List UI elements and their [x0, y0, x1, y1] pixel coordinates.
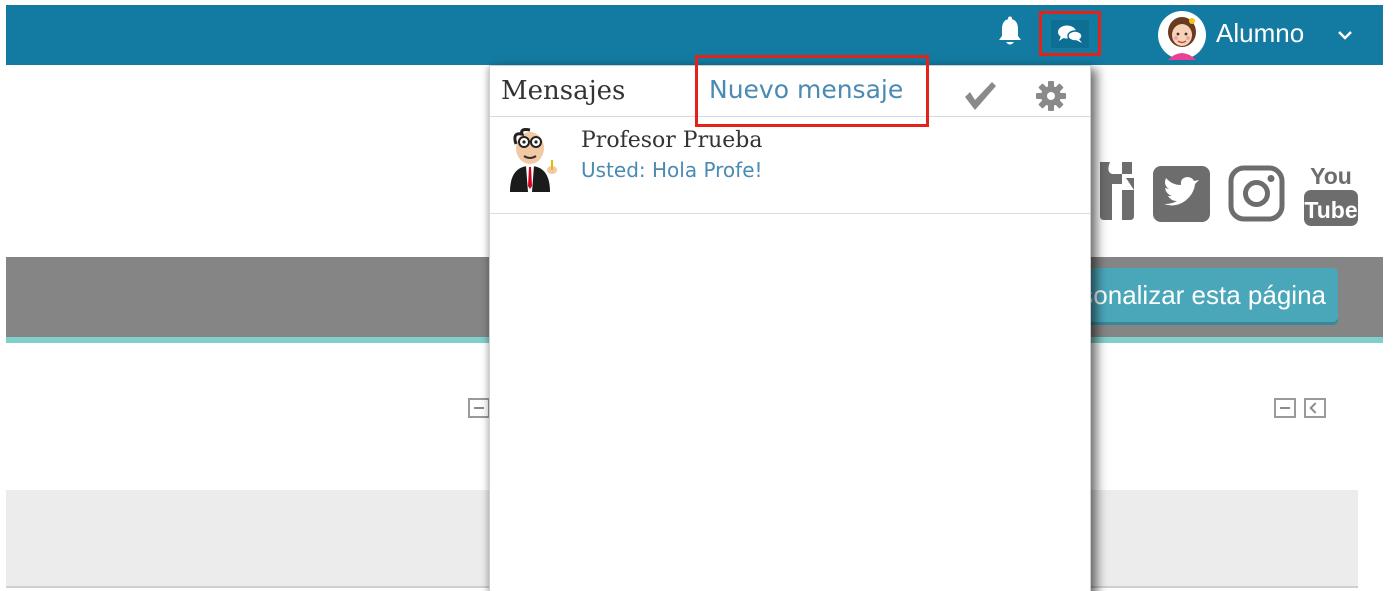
- messages-title: Mensajes: [501, 76, 626, 106]
- customize-page-button[interactable]: Personalizar esta página: [1058, 268, 1338, 322]
- minimize-block-button[interactable]: [468, 398, 490, 418]
- twitter-icon[interactable]: [1153, 166, 1210, 226]
- facebook-icon[interactable]: [1100, 162, 1136, 226]
- messages-header: Mensajes Nuevo mensaje: [490, 55, 1090, 127]
- youtube-text-top: You: [1310, 163, 1352, 189]
- youtube-text-bottom: Tube: [1304, 197, 1357, 223]
- customize-page-label: Personalizar esta página: [1058, 280, 1326, 310]
- minimize-block-button[interactable]: [1274, 398, 1296, 418]
- user-menu[interactable]: Alumno: [1156, 10, 1366, 60]
- chevron-down-icon: [1334, 24, 1356, 44]
- check-icon[interactable]: [962, 80, 998, 112]
- chat-bubbles-icon: [1051, 20, 1089, 48]
- avatar: [1156, 10, 1208, 60]
- gear-icon[interactable]: [1035, 80, 1067, 112]
- message-thread-item[interactable]: Profesor Prueba Usted: Hola Profe!: [490, 118, 1090, 214]
- user-name: Alumno: [1216, 18, 1305, 48]
- sender-avatar: [502, 126, 562, 194]
- messages-button[interactable]: [1039, 11, 1101, 56]
- youtube-icon[interactable]: You Tube: [1302, 160, 1360, 234]
- instagram-icon[interactable]: [1228, 165, 1285, 226]
- thread-sender: Profesor Prueba: [581, 128, 763, 153]
- messages-popover: Mensajes Nuevo mensaje Profesor Prueba U…: [489, 55, 1091, 591]
- bell-icon[interactable]: [996, 15, 1024, 51]
- thread-preview: Usted: Hola Profe!: [581, 158, 763, 182]
- new-message-link[interactable]: Nuevo mensaje: [709, 75, 903, 104]
- dock-block-button[interactable]: [1304, 398, 1326, 418]
